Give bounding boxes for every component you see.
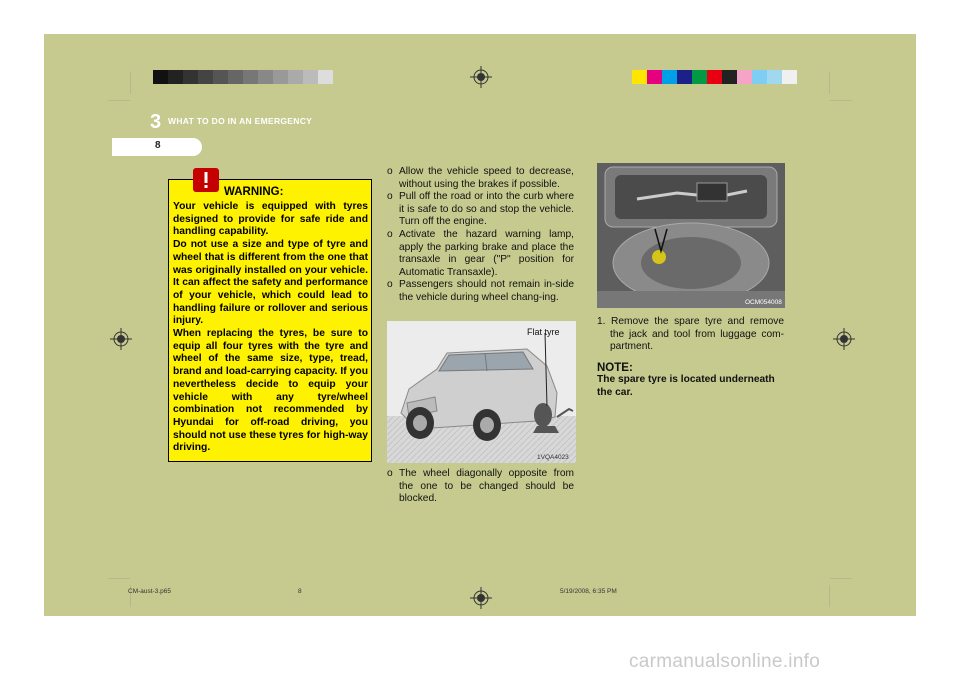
warning-body: Your vehicle is equipped with tyres desi…	[173, 201, 368, 455]
chapter-number: 3	[150, 111, 162, 133]
note-title: NOTE:	[597, 361, 633, 374]
step-item: 1. Remove the spare tyre and remove the …	[597, 316, 784, 353]
footer-page: 8	[298, 588, 302, 595]
list-item: o The wheel diagonally opposite from the …	[387, 468, 574, 505]
figure-code: 1VQA4023	[537, 454, 569, 461]
crop-mark	[829, 585, 830, 607]
note-body: The spare tyre is located underneath the…	[597, 374, 775, 398]
crop-mark	[829, 72, 830, 94]
crop-mark	[108, 578, 130, 579]
footer-file: CM-aust-3.p65	[128, 588, 171, 595]
crop-mark	[830, 100, 852, 101]
spare-tyre-figure: OCM054008	[597, 163, 785, 308]
warning-box: WARNING: Your vehicle is equipped with t…	[168, 168, 372, 462]
figure-code: OCM054008	[745, 299, 782, 306]
middle-column-after: o The wheel diagonally opposite from the …	[387, 468, 574, 506]
list-item: o Pull off the road or into the curb wher…	[387, 191, 574, 228]
flat-tyre-figure: Flat tyre 1VQA4023	[387, 321, 576, 463]
warning-paragraph: Your vehicle is equipped with tyres desi…	[173, 201, 368, 238]
list-item: o Activate the hazard warning lamp, apply…	[387, 228, 574, 278]
right-column: 1. Remove the spare tyre and remove the …	[597, 316, 784, 400]
crop-mark	[130, 72, 131, 94]
list-item: o Passengers should not remain in-side th…	[387, 279, 574, 303]
chapter-title: WHAT TO DO IN AN EMERGENCY	[168, 116, 313, 126]
registration-mark-icon	[470, 66, 492, 88]
footer-timestamp: 5/19/2008, 6:35 PM	[560, 588, 617, 595]
car-illustration	[387, 332, 576, 463]
luggage-compartment-illustration	[597, 163, 785, 308]
warning-paragraph: When replacing the tyres, be sure to equ…	[173, 328, 368, 454]
registration-mark-icon	[110, 328, 132, 350]
flat-tyre-label: Flat tyre	[527, 327, 560, 337]
page-number-tab: 8	[112, 138, 202, 156]
registration-mark-icon	[470, 587, 492, 609]
warning-paragraph: Do not use a size and type of tyre and w…	[173, 239, 368, 327]
page-number: 8	[155, 140, 161, 151]
list-item: o Allow the vehicle speed to decrease, wi…	[387, 166, 574, 190]
color-calibration-strip	[632, 70, 797, 84]
registration-mark-icon	[833, 328, 855, 350]
watermark: carmanualsonline.info	[629, 651, 821, 672]
manual-page: 3 WHAT TO DO IN AN EMERGENCY 8 WARNING: …	[0, 0, 960, 678]
crop-mark	[108, 100, 130, 101]
gray-calibration-strip	[153, 70, 333, 84]
warning-icon	[193, 168, 219, 192]
warning-title: WARNING:	[224, 186, 284, 198]
crop-mark	[830, 578, 852, 579]
middle-column: o Allow the vehicle speed to decrease, wi…	[387, 166, 574, 305]
